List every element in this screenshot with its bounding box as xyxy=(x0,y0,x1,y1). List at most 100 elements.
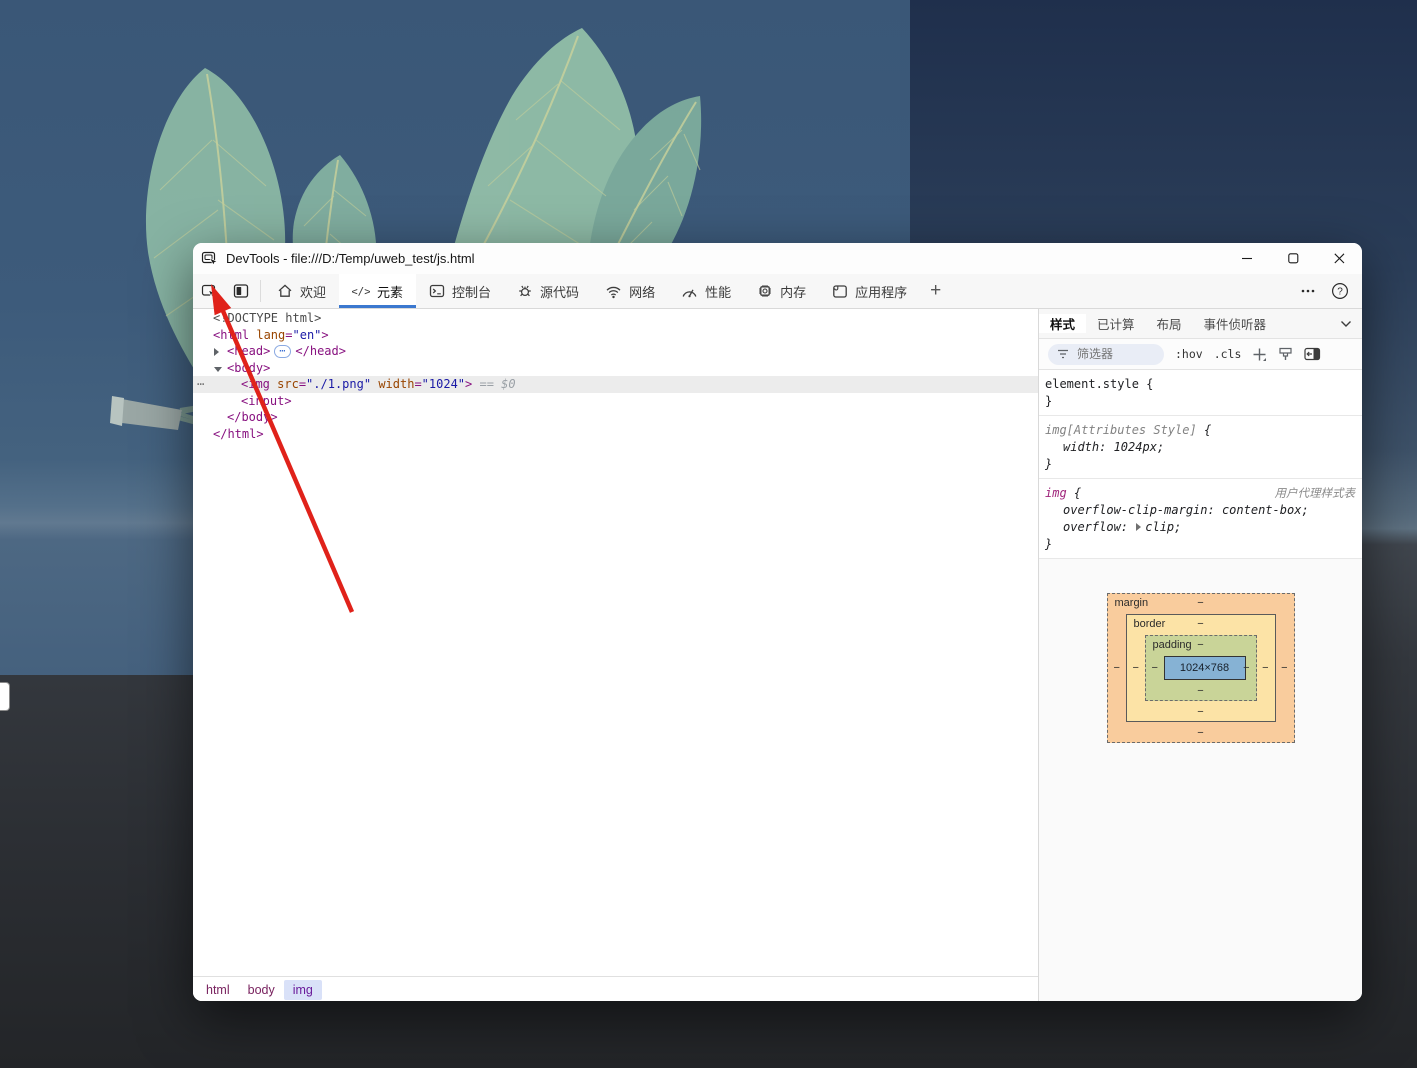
style-rule[interactable]: img {用户代理样式表 overflow-clip-margin: conten… xyxy=(1039,479,1362,559)
style-rule[interactable]: img[Attributes Style] {width: 1024px;} xyxy=(1039,416,1362,479)
close-button[interactable] xyxy=(1316,243,1362,274)
dom-node-line[interactable]: </body> xyxy=(193,409,1038,426)
inspect-element-button[interactable] xyxy=(193,274,225,308)
code-token: </html> xyxy=(213,426,264,441)
tab-network[interactable]: 网络 xyxy=(592,274,668,308)
rule-origin: 用户代理样式表 xyxy=(1274,486,1356,500)
computed-sidebar-toggle-icon[interactable] xyxy=(1304,347,1321,361)
tab-welcome[interactable]: 欢迎 xyxy=(264,274,339,308)
margin-right-value[interactable]: − xyxy=(1281,662,1287,674)
dom-node-line[interactable]: </html> xyxy=(193,426,1038,443)
desktop: { "window": { "title": "DevTools - file:… xyxy=(0,0,1417,1068)
breadcrumb-item-html[interactable]: html xyxy=(197,980,239,1000)
tab-elements[interactable]: </> 元素 xyxy=(339,274,417,308)
expand-value-icon[interactable] xyxy=(1136,523,1142,531)
css-property[interactable]: overflow: clip; xyxy=(1045,519,1356,536)
margin-bottom-value[interactable]: − xyxy=(1197,727,1203,739)
tab-label: 性能 xyxy=(705,284,732,300)
tab-memory[interactable]: 内存 xyxy=(744,274,819,308)
sidebar-tab[interactable]: 已计算 xyxy=(1086,314,1146,333)
dom-node-line[interactable]: ⋯ <img src="./1.png" width="1024"> == $0 xyxy=(193,376,1038,393)
tab-label: 内存 xyxy=(780,284,807,300)
border-left-value[interactable]: − xyxy=(1133,662,1139,674)
expander-icon[interactable] xyxy=(214,348,219,356)
padding-top-value[interactable]: − xyxy=(1197,639,1203,651)
page-input-fragment[interactable] xyxy=(0,682,10,711)
console-icon xyxy=(429,283,445,299)
rule-selector[interactable]: img xyxy=(1045,486,1067,500)
code-token: "1024" xyxy=(421,377,466,391)
styles-spacer xyxy=(1039,559,1362,593)
new-style-rule-button[interactable] xyxy=(1252,347,1267,362)
more-options-icon[interactable] xyxy=(1294,283,1322,299)
box-model-content[interactable]: 1024×768 xyxy=(1163,656,1246,680)
network-icon xyxy=(605,284,622,299)
box-model-margin[interactable]: margin − − − − border − − − − padding − … xyxy=(1106,593,1295,743)
margin-left-value[interactable]: − xyxy=(1114,662,1120,674)
tab-sources[interactable]: 源代码 xyxy=(504,274,592,308)
styles-pane: element.style {} img[Attributes Style] {w… xyxy=(1039,370,1362,1001)
border-right-value[interactable]: − xyxy=(1262,662,1268,674)
tab-label: 欢迎 xyxy=(300,284,327,300)
titlebar[interactable]: DevTools - file:///D:/Temp/uweb_test/js.… xyxy=(193,243,1362,274)
padding-left-value[interactable]: − xyxy=(1152,662,1158,674)
dom-node-line[interactable]: <body> xyxy=(193,360,1038,377)
tab-label: 源代码 xyxy=(540,284,580,300)
dom-node-line[interactable]: <!DOCTYPE html> xyxy=(193,310,1038,327)
style-rule[interactable]: element.style {} xyxy=(1039,370,1362,416)
elements-icon: </> xyxy=(352,284,370,298)
sources-icon xyxy=(517,283,533,299)
padding-right-value[interactable]: − xyxy=(1243,662,1249,674)
filter-funnel-icon xyxy=(1058,349,1068,359)
toggle-hover-state-button[interactable]: :hov xyxy=(1175,347,1203,361)
maximize-button[interactable] xyxy=(1270,243,1316,274)
dom-node-line[interactable]: <input> xyxy=(193,393,1038,410)
padding-label: padding xyxy=(1152,639,1192,651)
tab-label: 控制台 xyxy=(452,284,492,300)
border-label: border xyxy=(1133,618,1166,630)
code-token: </head> xyxy=(295,344,346,358)
css-property[interactable]: overflow-clip-margin: content-box; xyxy=(1045,502,1356,519)
chevron-down-icon[interactable] xyxy=(1340,320,1352,328)
breadcrumb-item-img[interactable]: img xyxy=(283,979,322,1000)
sidebar-tab[interactable]: 样式 xyxy=(1039,314,1087,333)
tab-performance[interactable]: 性能 xyxy=(668,274,744,308)
minimize-button[interactable] xyxy=(1224,243,1270,274)
svg-text:</>: </> xyxy=(352,285,370,298)
styles-filter-input[interactable] xyxy=(1075,346,1151,362)
border-top-value[interactable]: − xyxy=(1197,618,1203,630)
dom-node-line[interactable]: <html lang="en"> xyxy=(193,327,1038,344)
code-token: <head> xyxy=(227,344,271,358)
filter-pill[interactable] xyxy=(1048,343,1164,365)
sidebar-tab[interactable]: 事件侦听器 xyxy=(1193,314,1278,333)
css-property[interactable]: width: 1024px; xyxy=(1045,439,1356,456)
toggle-class-button[interactable]: .cls xyxy=(1214,347,1242,361)
node-menu-icon[interactable]: ⋯ xyxy=(197,376,205,393)
rule-selector[interactable]: element.style xyxy=(1045,377,1139,391)
box-model-padding[interactable]: padding − − − − 1024×768 xyxy=(1144,635,1257,701)
tab-label: 元素 xyxy=(377,284,404,300)
code-token: = xyxy=(298,377,307,391)
sidebar-tab[interactable]: 布局 xyxy=(1146,314,1193,333)
window-title: DevTools - file:///D:/Temp/uweb_test/js.… xyxy=(226,251,475,266)
margin-label: margin xyxy=(1114,597,1149,609)
help-icon[interactable]: ? xyxy=(1326,282,1354,300)
code-token: = xyxy=(285,327,293,342)
rendering-brush-icon[interactable] xyxy=(1278,347,1293,362)
device-toolbar-button[interactable] xyxy=(225,274,257,308)
add-tab-button[interactable]: + xyxy=(920,274,951,308)
tab-console[interactable]: 控制台 xyxy=(416,274,504,308)
rule-selector[interactable]: img[Attributes Style] xyxy=(1045,423,1197,437)
padding-bottom-value[interactable]: − xyxy=(1197,685,1203,697)
dom-node-line[interactable]: <head> ⋯ </head> xyxy=(193,343,1038,360)
breadcrumb-item-body[interactable]: body xyxy=(239,980,284,1000)
box-model-diagram: margin − − − − border − − − − padding − … xyxy=(1039,593,1362,743)
code-token: $0 xyxy=(501,377,516,391)
margin-top-value[interactable]: − xyxy=(1197,597,1203,609)
box-model-border[interactable]: border − − − − padding − − − − 1024×768 xyxy=(1125,614,1276,722)
border-bottom-value[interactable]: − xyxy=(1197,706,1203,718)
tab-application[interactable]: 应用程序 xyxy=(819,274,920,308)
memory-icon xyxy=(757,283,773,299)
svg-text:?: ? xyxy=(1337,287,1343,298)
expander-icon[interactable] xyxy=(214,366,222,372)
